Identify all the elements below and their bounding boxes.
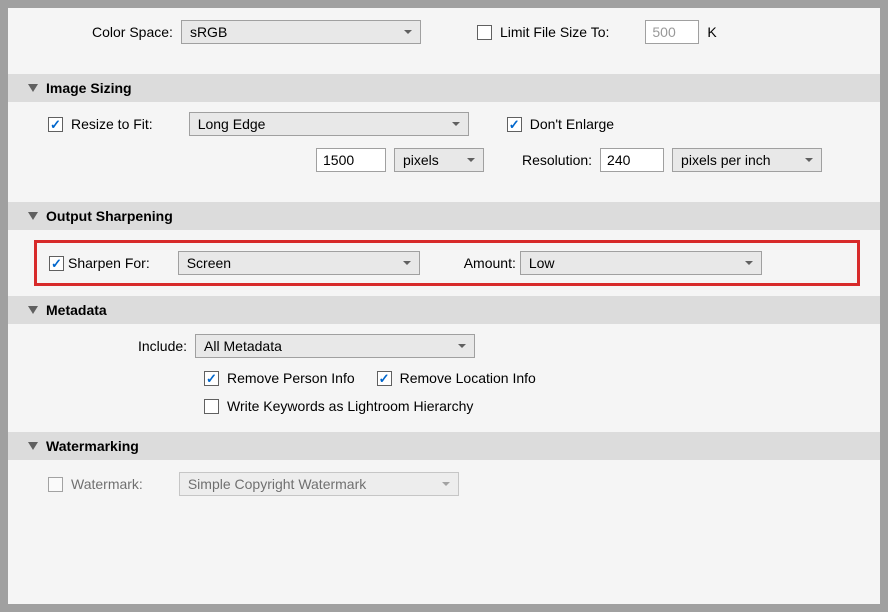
- metadata-heading: Metadata: [46, 302, 107, 318]
- sharpen-for-label: Sharpen For:: [68, 255, 150, 271]
- resolution-input[interactable]: 240: [600, 148, 664, 172]
- limit-filesize-input[interactable]: 500: [645, 20, 699, 44]
- include-label: Include:: [138, 338, 187, 354]
- dont-enlarge-label: Don't Enlarge: [530, 116, 614, 132]
- watermark-checkbox[interactable]: [48, 477, 63, 492]
- highlight-box: Sharpen For: Screen Amount: Low: [34, 240, 860, 286]
- disclosure-triangle-icon: [28, 306, 38, 314]
- chevron-down-icon: [745, 261, 753, 265]
- chevron-down-icon: [404, 30, 412, 34]
- resolution-unit-dropdown[interactable]: pixels per inch: [672, 148, 822, 172]
- watermark-label: Watermark:: [71, 476, 143, 492]
- disclosure-triangle-icon: [28, 84, 38, 92]
- remove-location-label: Remove Location Info: [400, 370, 536, 386]
- output-sharpening-heading: Output Sharpening: [46, 208, 173, 224]
- chevron-down-icon: [458, 344, 466, 348]
- limit-filesize-label: Limit File Size To:: [500, 24, 609, 40]
- sharpen-for-checkbox[interactable]: [49, 256, 64, 271]
- chevron-down-icon: [805, 158, 813, 162]
- watermark-dropdown[interactable]: Simple Copyright Watermark: [179, 472, 459, 496]
- resize-to-fit-checkbox[interactable]: [48, 117, 63, 132]
- watermark-value: Simple Copyright Watermark: [188, 476, 366, 492]
- resize-to-fit-dropdown[interactable]: Long Edge: [189, 112, 469, 136]
- size-input[interactable]: 1500: [316, 148, 386, 172]
- limit-filesize-unit: K: [707, 24, 716, 40]
- image-sizing-heading: Image Sizing: [46, 80, 132, 96]
- output-sharpening-header[interactable]: Output Sharpening: [8, 202, 880, 230]
- color-space-label: Color Space:: [92, 24, 173, 40]
- chevron-down-icon: [442, 482, 450, 486]
- remove-person-checkbox[interactable]: [204, 371, 219, 386]
- include-value: All Metadata: [204, 338, 282, 354]
- dont-enlarge-checkbox[interactable]: [507, 117, 522, 132]
- metadata-header[interactable]: Metadata: [8, 296, 880, 324]
- remove-person-label: Remove Person Info: [227, 370, 355, 386]
- amount-dropdown[interactable]: Low: [520, 251, 762, 275]
- write-keywords-label: Write Keywords as Lightroom Hierarchy: [227, 398, 473, 414]
- sharpen-for-value: Screen: [187, 255, 231, 271]
- resize-to-fit-label: Resize to Fit:: [71, 116, 153, 132]
- amount-value: Low: [529, 255, 555, 271]
- sharpen-for-dropdown[interactable]: Screen: [178, 251, 420, 275]
- chevron-down-icon: [467, 158, 475, 162]
- amount-label: Amount:: [464, 255, 516, 271]
- size-unit-value: pixels: [403, 152, 439, 168]
- write-keywords-checkbox[interactable]: [204, 399, 219, 414]
- resize-to-fit-value: Long Edge: [198, 116, 266, 132]
- resolution-unit-value: pixels per inch: [681, 152, 771, 168]
- color-space-value: sRGB: [190, 24, 227, 40]
- disclosure-triangle-icon: [28, 442, 38, 450]
- chevron-down-icon: [403, 261, 411, 265]
- size-unit-dropdown[interactable]: pixels: [394, 148, 484, 172]
- limit-filesize-checkbox[interactable]: [477, 25, 492, 40]
- disclosure-triangle-icon: [28, 212, 38, 220]
- remove-location-checkbox[interactable]: [377, 371, 392, 386]
- resolution-label: Resolution:: [522, 152, 592, 168]
- image-sizing-header[interactable]: Image Sizing: [8, 74, 880, 102]
- chevron-down-icon: [452, 122, 460, 126]
- include-dropdown[interactable]: All Metadata: [195, 334, 475, 358]
- watermarking-header[interactable]: Watermarking: [8, 432, 880, 460]
- color-space-dropdown[interactable]: sRGB: [181, 20, 421, 44]
- watermarking-heading: Watermarking: [46, 438, 139, 454]
